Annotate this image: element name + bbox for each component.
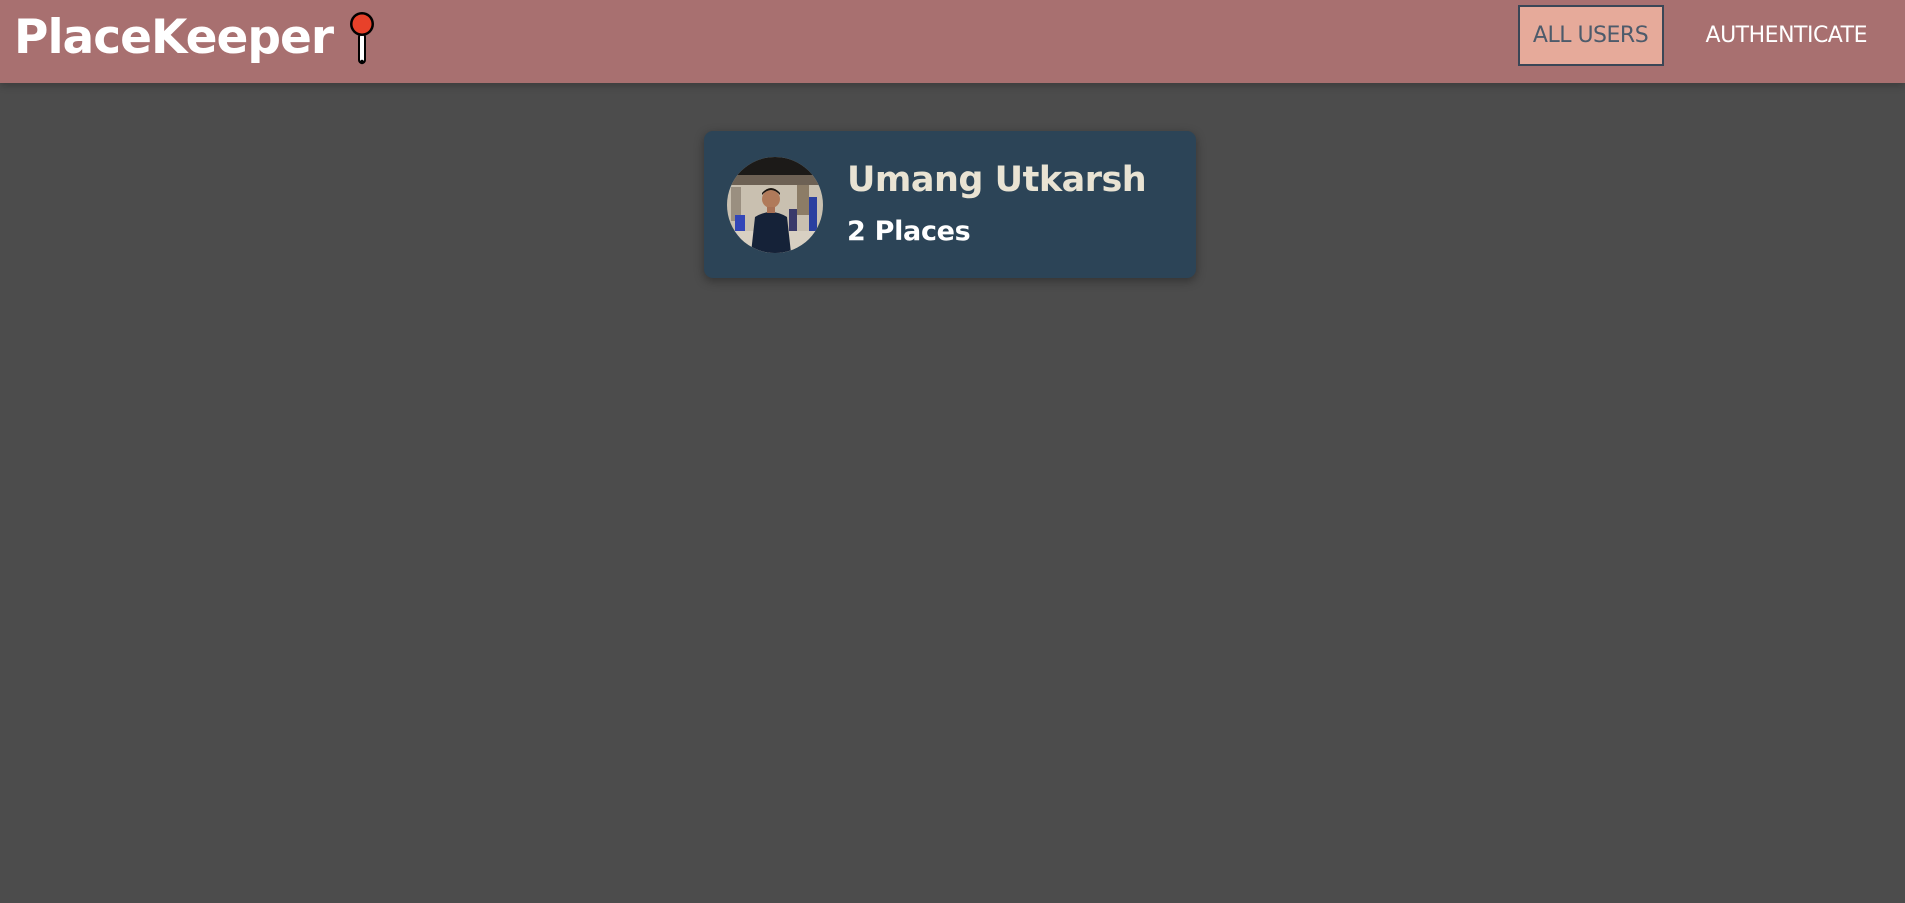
user-avatar <box>727 156 823 253</box>
user-place-count: 2 Places <box>847 216 971 247</box>
nav-authenticate-link[interactable]: AUTHENTICATE <box>1686 5 1887 66</box>
main-content: Umang Utkarsh 2 Places <box>0 83 1905 903</box>
user-card[interactable]: Umang Utkarsh 2 Places <box>704 131 1196 278</box>
main-nav: ALL USERS AUTHENTICATE <box>1517 5 1887 66</box>
user-photo-avatar <box>727 156 823 253</box>
brand-title: PlaceKeeper <box>14 10 334 65</box>
main-header: PlaceKeeper ALL USERS AUTHENTICATE <box>0 0 1905 83</box>
user-info: Umang Utkarsh 2 Places <box>847 160 1147 247</box>
map-pin-icon <box>350 11 375 64</box>
nav-all-users-link[interactable]: ALL USERS <box>1517 5 1664 66</box>
user-name: Umang Utkarsh <box>847 160 1147 200</box>
brand-home-link[interactable]: PlaceKeeper <box>14 0 377 75</box>
